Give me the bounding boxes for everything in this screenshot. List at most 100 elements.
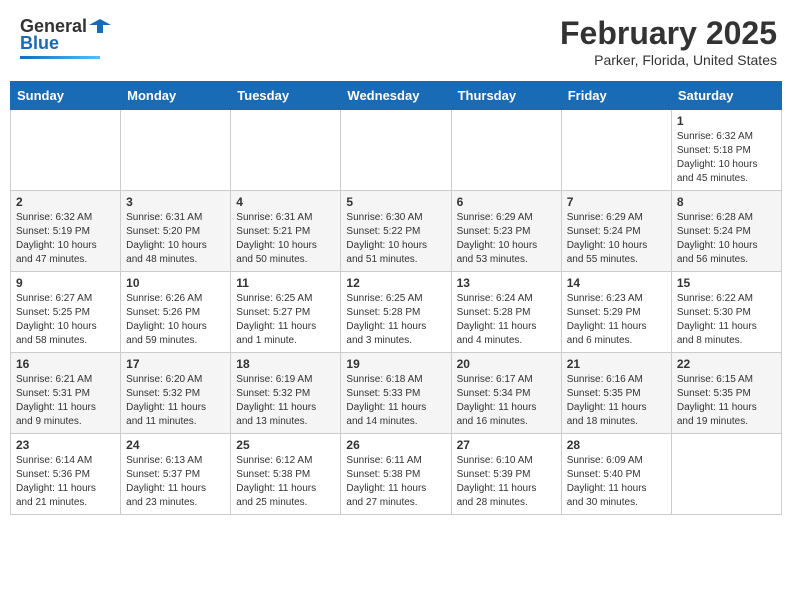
calendar-cell: 28Sunrise: 6:09 AM Sunset: 5:40 PM Dayli… (561, 434, 671, 515)
calendar-cell (11, 110, 121, 191)
day-number: 15 (677, 276, 776, 290)
day-info: Sunrise: 6:14 AM Sunset: 5:36 PM Dayligh… (16, 454, 115, 510)
day-number: 6 (457, 195, 556, 209)
day-info: Sunrise: 6:16 AM Sunset: 5:35 PM Dayligh… (567, 373, 666, 429)
day-number: 24 (126, 438, 225, 452)
day-number: 18 (236, 357, 335, 371)
day-number: 9 (16, 276, 115, 290)
day-info: Sunrise: 6:18 AM Sunset: 5:33 PM Dayligh… (346, 373, 445, 429)
day-number: 7 (567, 195, 666, 209)
calendar-cell: 8 Sunrise: 6:28 AM Sunset: 5:24 PM Daylig… (671, 191, 781, 272)
day-number: 11 (236, 276, 335, 290)
calendar-cell: 16 Sunrise: 6:21 AM Sunset: 5:31 PM Dayli… (11, 353, 121, 434)
day-info: Sunrise: 6:32 AM Sunset: 5:19 PM Dayligh… (16, 211, 115, 267)
logo-bird-icon (89, 15, 111, 37)
day-number: 23 (16, 438, 115, 452)
month-title: February 2025 (560, 15, 777, 52)
calendar-cell: 6 Sunrise: 6:29 AM Sunset: 5:23 PM Daylig… (451, 191, 561, 272)
calendar-cell (121, 110, 231, 191)
calendar-cell (341, 110, 451, 191)
day-number: 5 (346, 195, 445, 209)
day-number: 16 (16, 357, 115, 371)
calendar-cell: 7 Sunrise: 6:29 AM Sunset: 5:24 PM Daylig… (561, 191, 671, 272)
calendar-cell: 12 Sunrise: 6:25 AM Sunset: 5:28 PM Dayli… (341, 272, 451, 353)
weekday-header-monday: Monday (121, 82, 231, 110)
calendar-cell: 3 Sunrise: 6:31 AM Sunset: 5:20 PM Daylig… (121, 191, 231, 272)
location-title: Parker, Florida, United States (560, 52, 777, 68)
calendar-cell: 24 Sunrise: 6:13 AM Sunset: 5:37 PM Dayli… (121, 434, 231, 515)
calendar-week-row: 2 Sunrise: 6:32 AM Sunset: 5:19 PM Daylig… (11, 191, 782, 272)
calendar-week-row: 9 Sunrise: 6:27 AM Sunset: 5:25 PM Daylig… (11, 272, 782, 353)
day-number: 21 (567, 357, 666, 371)
weekday-header-friday: Friday (561, 82, 671, 110)
day-number: 25 (236, 438, 335, 452)
day-number: 12 (346, 276, 445, 290)
day-info: Sunrise: 6:15 AM Sunset: 5:35 PM Dayligh… (677, 373, 776, 429)
day-info: Sunrise: 6:21 AM Sunset: 5:31 PM Dayligh… (16, 373, 115, 429)
calendar-table: SundayMondayTuesdayWednesdayThursdayFrid… (10, 81, 782, 515)
day-info: Sunrise: 6:25 AM Sunset: 5:28 PM Dayligh… (346, 292, 445, 348)
day-number: 17 (126, 357, 225, 371)
calendar-cell: 10 Sunrise: 6:26 AM Sunset: 5:26 PM Dayli… (121, 272, 231, 353)
day-info: Sunrise: 6:28 AM Sunset: 5:24 PM Dayligh… (677, 211, 776, 267)
calendar-cell: 9 Sunrise: 6:27 AM Sunset: 5:25 PM Daylig… (11, 272, 121, 353)
title-area: February 2025 Parker, Florida, United St… (560, 15, 777, 68)
day-number: 2 (16, 195, 115, 209)
day-info: Sunrise: 6:22 AM Sunset: 5:30 PM Dayligh… (677, 292, 776, 348)
calendar-cell: 23 Sunrise: 6:14 AM Sunset: 5:36 PM Dayli… (11, 434, 121, 515)
day-info: Sunrise: 6:20 AM Sunset: 5:32 PM Dayligh… (126, 373, 225, 429)
day-number: 27 (457, 438, 556, 452)
calendar-week-row: 1Sunrise: 6:32 AM Sunset: 5:18 PM Daylig… (11, 110, 782, 191)
day-number: 20 (457, 357, 556, 371)
day-info: Sunrise: 6:31 AM Sunset: 5:21 PM Dayligh… (236, 211, 335, 267)
calendar-cell: 14 Sunrise: 6:23 AM Sunset: 5:29 PM Dayli… (561, 272, 671, 353)
day-info: Sunrise: 6:09 AM Sunset: 5:40 PM Dayligh… (567, 454, 666, 510)
day-info: Sunrise: 6:23 AM Sunset: 5:29 PM Dayligh… (567, 292, 666, 348)
day-number: 14 (567, 276, 666, 290)
calendar-cell: 25 Sunrise: 6:12 AM Sunset: 5:38 PM Dayli… (231, 434, 341, 515)
calendar-week-row: 23 Sunrise: 6:14 AM Sunset: 5:36 PM Dayli… (11, 434, 782, 515)
weekday-header-tuesday: Tuesday (231, 82, 341, 110)
day-info: Sunrise: 6:29 AM Sunset: 5:23 PM Dayligh… (457, 211, 556, 267)
day-info: Sunrise: 6:27 AM Sunset: 5:25 PM Dayligh… (16, 292, 115, 348)
day-info: Sunrise: 6:29 AM Sunset: 5:24 PM Dayligh… (567, 211, 666, 267)
logo: General Blue (20, 15, 111, 59)
calendar-cell: 5 Sunrise: 6:30 AM Sunset: 5:22 PM Daylig… (341, 191, 451, 272)
day-number: 13 (457, 276, 556, 290)
calendar-cell (231, 110, 341, 191)
logo-blue-text: Blue (20, 33, 59, 54)
day-info: Sunrise: 6:13 AM Sunset: 5:37 PM Dayligh… (126, 454, 225, 510)
day-number: 10 (126, 276, 225, 290)
weekday-header-sunday: Sunday (11, 82, 121, 110)
day-info: Sunrise: 6:25 AM Sunset: 5:27 PM Dayligh… (236, 292, 335, 348)
calendar-cell: 21 Sunrise: 6:16 AM Sunset: 5:35 PM Dayli… (561, 353, 671, 434)
day-number: 26 (346, 438, 445, 452)
weekday-header-thursday: Thursday (451, 82, 561, 110)
calendar-cell: 17 Sunrise: 6:20 AM Sunset: 5:32 PM Dayli… (121, 353, 231, 434)
day-number: 19 (346, 357, 445, 371)
calendar-week-row: 16 Sunrise: 6:21 AM Sunset: 5:31 PM Dayli… (11, 353, 782, 434)
calendar-cell (671, 434, 781, 515)
weekday-header-wednesday: Wednesday (341, 82, 451, 110)
calendar-cell: 27Sunrise: 6:10 AM Sunset: 5:39 PM Dayli… (451, 434, 561, 515)
header: General Blue February 2025 Parker, Flori… (10, 10, 782, 73)
calendar-cell: 26 Sunrise: 6:11 AM Sunset: 5:38 PM Dayli… (341, 434, 451, 515)
day-info: Sunrise: 6:12 AM Sunset: 5:38 PM Dayligh… (236, 454, 335, 510)
day-number: 1 (677, 114, 776, 128)
day-info: Sunrise: 6:11 AM Sunset: 5:38 PM Dayligh… (346, 454, 445, 510)
calendar-cell (561, 110, 671, 191)
day-number: 3 (126, 195, 225, 209)
calendar-cell: 2 Sunrise: 6:32 AM Sunset: 5:19 PM Daylig… (11, 191, 121, 272)
day-info: Sunrise: 6:30 AM Sunset: 5:22 PM Dayligh… (346, 211, 445, 267)
calendar-cell: 15 Sunrise: 6:22 AM Sunset: 5:30 PM Dayli… (671, 272, 781, 353)
calendar-cell: 11 Sunrise: 6:25 AM Sunset: 5:27 PM Dayli… (231, 272, 341, 353)
day-info: Sunrise: 6:19 AM Sunset: 5:32 PM Dayligh… (236, 373, 335, 429)
day-info: Sunrise: 6:26 AM Sunset: 5:26 PM Dayligh… (126, 292, 225, 348)
day-info: Sunrise: 6:31 AM Sunset: 5:20 PM Dayligh… (126, 211, 225, 267)
day-info: Sunrise: 6:24 AM Sunset: 5:28 PM Dayligh… (457, 292, 556, 348)
logo-underline (20, 56, 100, 59)
day-number: 8 (677, 195, 776, 209)
weekday-header-saturday: Saturday (671, 82, 781, 110)
day-info: Sunrise: 6:17 AM Sunset: 5:34 PM Dayligh… (457, 373, 556, 429)
day-number: 22 (677, 357, 776, 371)
